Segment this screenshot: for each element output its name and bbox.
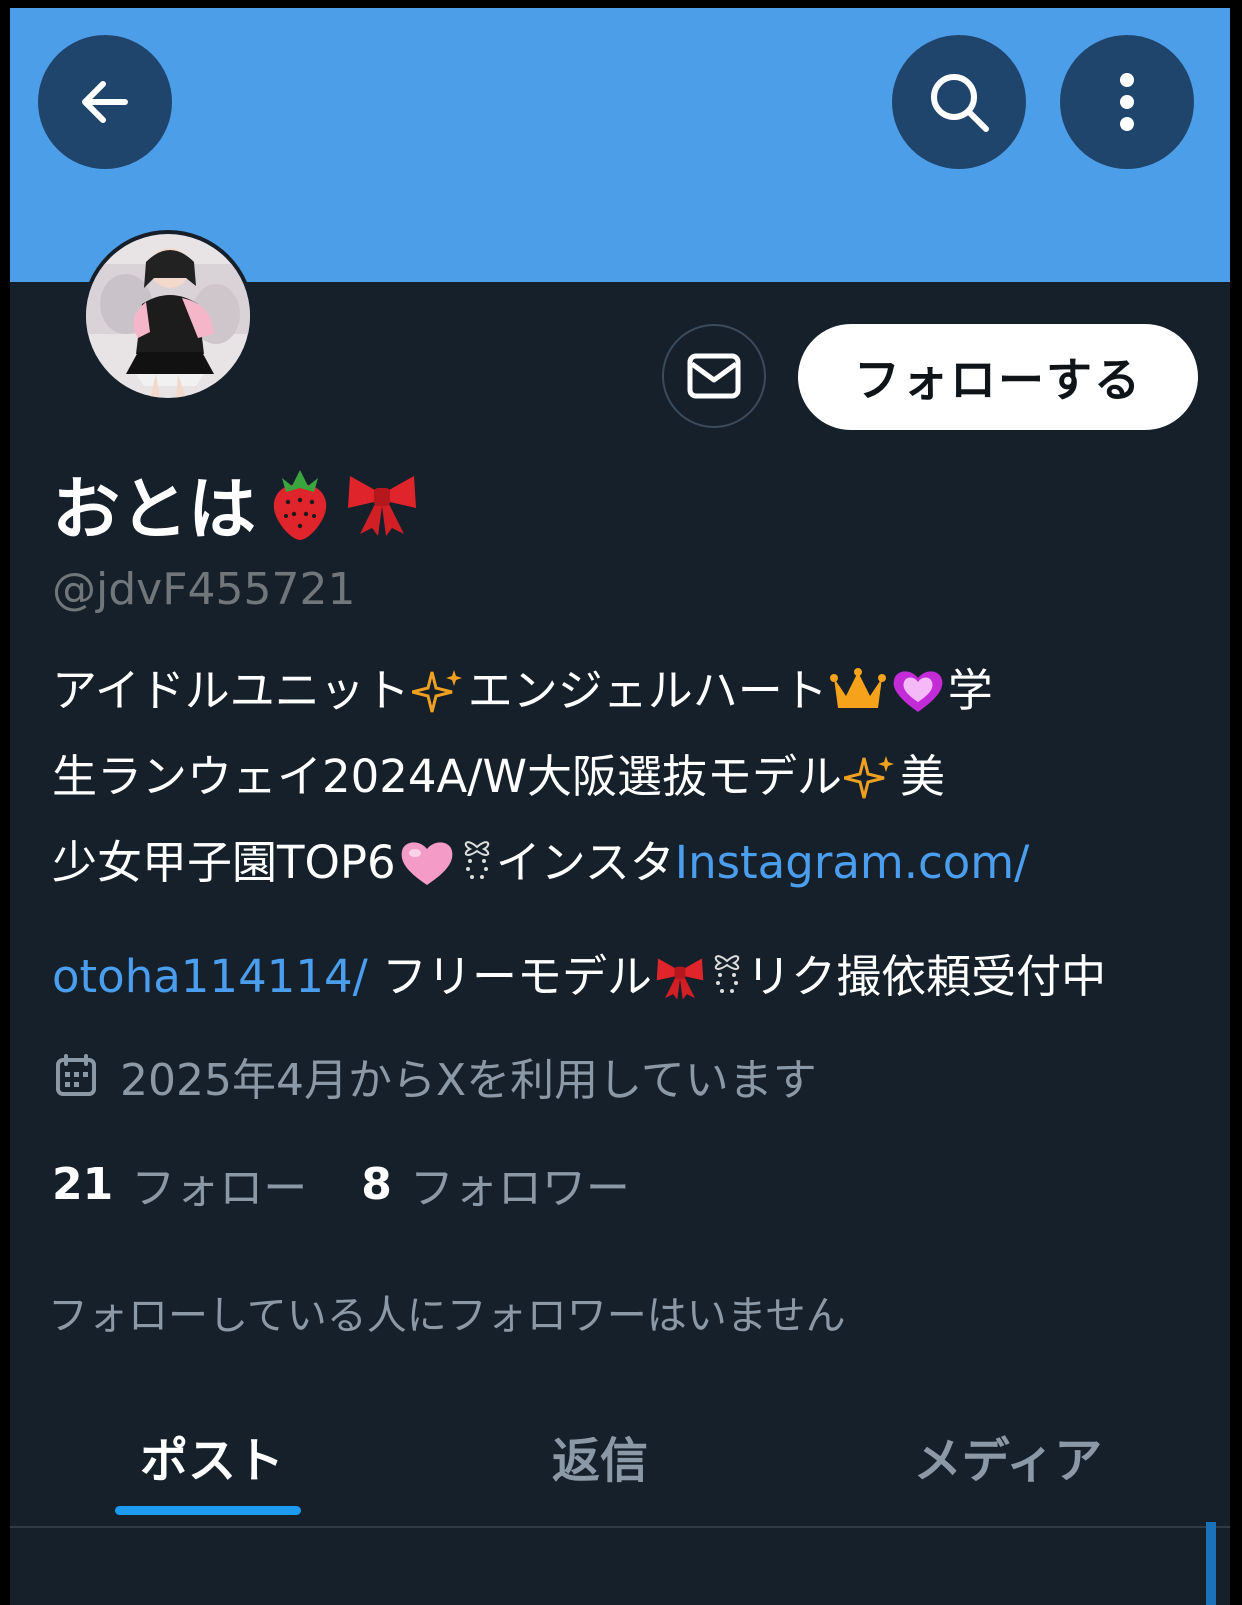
arrow-left-icon [82,81,128,123]
no-mutual-followers: フォローしている人にフォロワーはいません [48,1293,846,1339]
follow-counts: 21 フォロー 8 フォロワー [52,1153,630,1215]
bio-line-3: 少女甲子園TOP6 インスタ Instagram.com/ [52,820,1192,906]
follow-button[interactable]: フォローする [798,324,1198,430]
bow-emoji [464,841,489,879]
profile-screen: フォローする おとは @jdvF455721 アイドルユニット エンジェルハート… [10,8,1230,1605]
active-tab-indicator [115,1506,301,1515]
bio-line-2: 生ランウェイ2024A/W大阪選抜モデル 美 [52,750,945,803]
back-button[interactable] [38,35,172,169]
avatar[interactable] [82,230,254,402]
strawberry-emoji [273,470,327,540]
bow-emoji [714,955,740,993]
sparkles-emoji [843,756,894,799]
tab-media[interactable]: メディア [898,1416,1118,1496]
tab-replies[interactable]: 返信 [530,1416,670,1496]
bio-line-1: アイドルユニット エンジェルハート 学 [52,664,993,717]
more-button[interactable] [1060,35,1194,169]
crown-emoji [829,668,886,708]
bio-line-4: otoha114114/ フリーモデル リク撮依頼受付中 [52,934,1192,1020]
user-handle: @jdvF455721 [52,564,356,615]
pink-heart-emoji [401,842,453,885]
sparkles-emoji [411,670,462,713]
message-button[interactable] [662,324,766,428]
profile-tabs: ポスト 返信 メディア [10,1406,1230,1528]
display-name: おとは [52,458,420,550]
avatar-image [86,234,250,398]
scrollbar[interactable] [1206,1522,1216,1605]
join-date: 2025年4月からXを利用しています [54,1046,817,1106]
search-icon [931,74,989,132]
following-count[interactable]: 21 フォロー [52,1152,307,1216]
instagram-link-part-1[interactable]: Instagram.com/ [675,820,1030,906]
search-button[interactable] [892,35,1026,169]
display-name-text: おとは [52,470,257,550]
more-vertical-icon [1120,73,1134,131]
calendar-icon [56,1054,96,1096]
followers-count[interactable]: 8 フォロワー [361,1152,630,1216]
instagram-link-part-2[interactable]: otoha114114/ [52,934,368,1020]
tab-posts[interactable]: ポスト [114,1416,310,1496]
purple-heart-emoji [893,671,943,712]
profile-bio: アイドルユニット エンジェルハート 学 生ランウェイ2024A/W大阪選抜モデル… [52,648,1192,1020]
join-date-text: 2025年4月からXを利用しています [120,1055,817,1106]
ribbon-emoji [656,958,704,1000]
mail-icon [687,353,741,399]
ribbon-emoji [348,476,417,536]
